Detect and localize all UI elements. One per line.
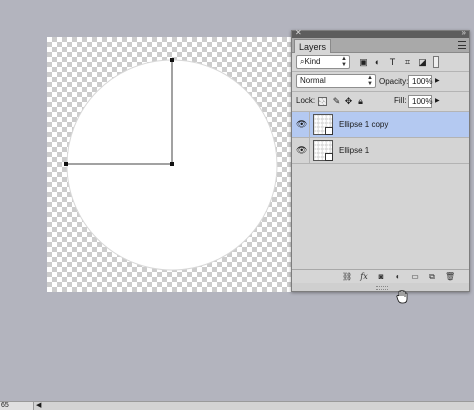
shape-layer-badge-icon [325, 127, 333, 135]
opacity-dropdown-icon[interactable]: ▶ [435, 75, 440, 88]
lock-row: Lock: ✎ ✥ 🔒︎ Fill: 100% ▶ [292, 92, 469, 111]
select-arrows-icon: ▲ ▼ [341, 56, 347, 68]
blend-mode-select[interactable]: Normal ▲ ▼ [296, 74, 376, 88]
layers-bottom-toolbar: ⛓︎ fx ◙ ◐ ▭ ⧉ 🗑︎ [292, 269, 469, 283]
fill-label: Fill: [394, 96, 407, 105]
layers-panel: ✕ » Layers ⌕Kind ▲ ▼ ▣ ◐ T ⌗ ◪ Normal ▲ ▼ … [291, 28, 470, 292]
anchor-point-left[interactable] [64, 162, 68, 166]
canvas-artwork [64, 58, 278, 271]
tab-layers[interactable]: Layers [294, 39, 332, 53]
layer-name[interactable]: Ellipse 1 [339, 145, 369, 157]
lock-transparent-pixels-icon[interactable] [318, 97, 327, 106]
new-group-icon[interactable]: ▭ [410, 272, 420, 282]
layer-name[interactable]: Ellipse 1 copy [339, 119, 388, 131]
filter-pixel-icon[interactable]: ▣ [358, 57, 369, 68]
layer-thumbnail [313, 140, 333, 161]
status-bar: 65 ◀ [0, 401, 474, 410]
lock-image-pixels-icon[interactable]: ✎ [331, 96, 342, 107]
lock-all-icon[interactable]: 🔒︎ [355, 96, 366, 107]
adjustment-layer-icon[interactable]: ◐ [393, 272, 403, 282]
opacity-label: Opacity: [379, 77, 409, 86]
scroll-left-icon[interactable]: ◀ [36, 401, 41, 409]
filter-toggle-switch[interactable] [433, 56, 439, 68]
layer-row-ellipse-1-copy[interactable]: 👁︎ Ellipse 1 copy [292, 112, 469, 138]
panel-resize-grip[interactable] [292, 283, 469, 291]
fill-field[interactable]: 100% [408, 95, 432, 108]
blend-mode-value: Normal [300, 76, 326, 85]
divider [309, 138, 310, 163]
panel-title-bar[interactable]: ✕ » [292, 28, 469, 38]
divider [309, 112, 310, 137]
link-layers-icon[interactable]: ⛓︎ [342, 272, 352, 282]
filter-kind-value: Kind [304, 57, 321, 66]
new-layer-icon[interactable]: ⧉ [427, 272, 437, 282]
panel-tab-bar: Layers [292, 38, 469, 53]
filter-shape-icon[interactable]: ⌗ [402, 57, 413, 68]
filter-type-icon[interactable]: T [387, 57, 398, 68]
filter-adjustment-icon[interactable]: ◐ [372, 57, 383, 68]
opacity-field[interactable]: 100% [408, 75, 432, 88]
layer-list: 👁︎ Ellipse 1 copy 👁︎ Ellipse 1 [292, 112, 469, 272]
lock-label: Lock: [296, 96, 316, 105]
filter-row: ⌕Kind ▲ ▼ ▣ ◐ T ⌗ ◪ [292, 53, 469, 71]
fill-dropdown-icon[interactable]: ▶ [435, 95, 440, 108]
panel-menu-icon[interactable] [458, 41, 466, 49]
close-icon[interactable]: ✕ [295, 28, 302, 37]
anchor-point-top[interactable] [170, 58, 174, 62]
layer-row-ellipse-1[interactable]: 👁︎ Ellipse 1 [292, 138, 469, 164]
collapse-icon[interactable]: » [462, 28, 466, 37]
filter-kind-select[interactable]: ⌕Kind ▲ ▼ [296, 55, 350, 69]
select-arrows-icon: ▲ ▼ [367, 75, 373, 87]
zoom-level-field[interactable]: 65 [0, 402, 34, 410]
anchor-point-center[interactable] [170, 162, 174, 166]
filter-smart-object-icon[interactable]: ◪ [417, 57, 428, 68]
fx-layer-style-icon[interactable]: fx [359, 272, 369, 282]
shape-layer-badge-icon [325, 153, 333, 161]
document-canvas[interactable] [47, 37, 293, 292]
lock-position-icon[interactable]: ✥ [343, 96, 354, 107]
visibility-eye-icon[interactable]: 👁︎ [296, 119, 307, 129]
visibility-eye-icon[interactable]: 👁︎ [296, 145, 307, 155]
hand-cursor-icon [396, 290, 408, 304]
blend-row: Normal ▲ ▼ Opacity: 100% ▶ [292, 72, 469, 91]
layer-thumbnail [313, 114, 333, 135]
add-mask-icon[interactable]: ◙ [376, 272, 386, 282]
trash-icon[interactable]: 🗑︎ [445, 272, 455, 282]
